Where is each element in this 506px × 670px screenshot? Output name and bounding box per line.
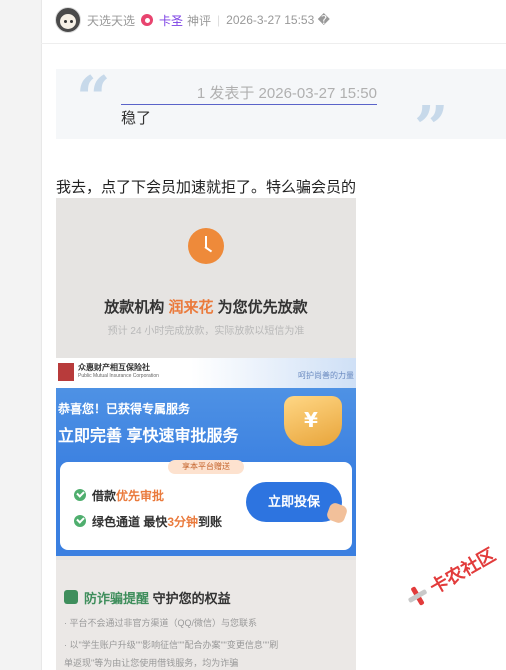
card-tag: 享本平台赠送: [168, 460, 244, 474]
benefit-item-1: 借款优先审批: [92, 487, 164, 504]
anti-fraud-line: 单返现"等为由让您使用借钱服务，均为诈骗: [64, 658, 239, 668]
left-sidebar-strip: [0, 0, 42, 670]
quote-reference-link[interactable]: 1 发表于 2026-03-27 15:50: [121, 82, 377, 105]
insurance-banner: 众惠财产相互保险社 Public Mutual Insurance Corpor…: [56, 358, 356, 556]
banner-right-text: 呵护尚善的力量: [298, 371, 354, 380]
site-watermark: 卡农社区: [402, 541, 500, 613]
benefit-item-2: 绿色通道 最快3分钟到账: [92, 513, 222, 530]
anti-fraud-line: · 平台不会通过非官方渠道（QQ/微信）与您联系: [64, 618, 258, 628]
anti-fraud-highlight: 防诈骗提醒: [84, 591, 150, 606]
banner-top-bar: 众惠财产相互保险社 Public Mutual Insurance Corpor…: [56, 358, 356, 388]
check-icon: [74, 489, 86, 501]
anti-fraud-rest: 守护您的权益: [152, 591, 231, 606]
anti-fraud-title: 防诈骗提醒 守护您的权益: [84, 588, 231, 607]
avatar[interactable]: [55, 7, 81, 33]
watermark-logo-icon: [404, 583, 431, 610]
benefit-item-2-prefix: 绿色通道 最快: [92, 515, 168, 529]
quote-text: 稳了: [121, 110, 152, 127]
role-name[interactable]: 卡圣: [159, 12, 183, 29]
check-icon: [74, 515, 86, 527]
shot-title-suffix: 为您优先放款: [217, 299, 308, 316]
anti-fraud-line: · 以"学生账户升级""影响征信""配合办案""变更信息""刷: [64, 640, 279, 650]
shield-icon: [284, 396, 342, 446]
avatar-eye-left: [64, 20, 67, 23]
benefit-card: 享本平台赠送 借款优先审批 绿色通道 最快3分钟到账 立即投保: [60, 460, 352, 550]
open-quote-icon: “: [76, 64, 111, 134]
anti-fraud-section: 防诈骗提醒 守护您的权益 · 平台不会通过非官方渠道（QQ/微信）与您联系 · …: [56, 560, 356, 670]
attached-screenshot[interactable]: 放款机构 润来花 为您优先放款 预计 24 小时完成放款，实际放款以短信为准 众…: [56, 198, 356, 670]
post-body-text: 我去，点了下会员加速就拒了。特么骗会员的: [56, 179, 357, 196]
close-quote-icon: ”: [414, 94, 449, 164]
insurer-en: Public Mutual Insurance Corporation: [78, 373, 159, 379]
benefit-item-2-highlight: 3分钟: [167, 515, 199, 529]
improve-text: 立即完善 享快速审批服务: [58, 428, 239, 445]
author-name[interactable]: 天选天选: [87, 12, 135, 29]
insurer-logo-icon: [58, 363, 74, 381]
shot-title-prefix: 放款机构: [104, 299, 165, 316]
congrats-text: 恭喜您！已获得专属服务: [58, 402, 191, 416]
post-header: 天选天选 卡圣 神评 | 2026-3-27 15:53 �: [55, 6, 506, 34]
avatar-eye-right: [70, 20, 73, 23]
watermark-text: 卡农社区: [426, 544, 499, 598]
shot-subtitle: 预计 24 小时完成放款，实际放款以短信为准: [107, 326, 305, 337]
shot-title-highlight: 润来花: [168, 299, 214, 316]
clock-icon: [188, 228, 224, 264]
role-badge-icon: [141, 14, 154, 26]
anti-fraud-shield-icon: [64, 590, 78, 604]
insurer-name: 众惠财产相互保险社: [78, 363, 150, 372]
benefit-item-2-suffix: 到账: [198, 515, 223, 529]
quote-box: “ ” 1 发表于 2026-03-27 15:50 稳了: [56, 64, 506, 159]
role-sub: 神评: [187, 13, 212, 28]
shot-title: 放款机构 润来花 为您优先放款: [56, 296, 356, 317]
post-timestamp: 2026-3-27 15:53 �: [226, 13, 330, 27]
benefit-item-1-prefix: 借款: [92, 489, 117, 503]
header-divider: [41, 43, 506, 44]
header-separator: |: [217, 13, 221, 27]
avatar-face: [60, 14, 76, 29]
benefit-item-1-highlight: 优先审批: [116, 489, 165, 503]
